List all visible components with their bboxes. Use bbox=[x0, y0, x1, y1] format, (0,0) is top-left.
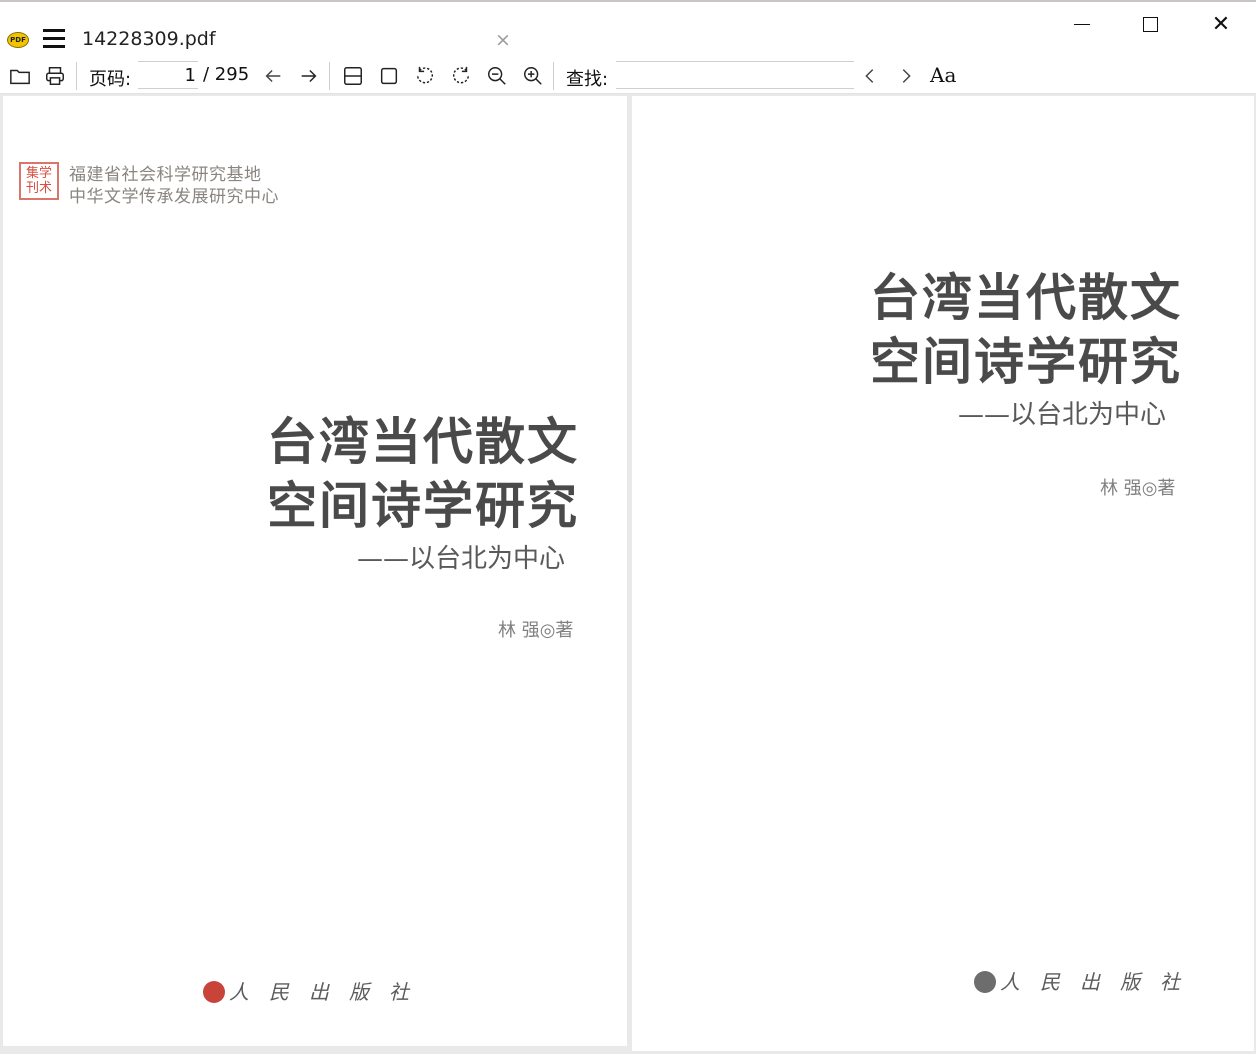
hamburger-menu-icon[interactable] bbox=[43, 29, 65, 49]
page-number-input[interactable] bbox=[138, 61, 198, 89]
publisher-logo-icon bbox=[203, 981, 225, 1003]
previous-page-arrow-icon[interactable] bbox=[260, 63, 286, 89]
book-subtitle: ——以台北为中心 bbox=[958, 400, 1167, 430]
zoom-out-icon[interactable] bbox=[484, 63, 510, 89]
find-label: 查找: bbox=[566, 69, 609, 90]
document-viewer[interactable]: 集学刊术 福建省社会科学研究基地 中华文学传承发展研究中心 台湾当代散文 空间诗… bbox=[0, 94, 1256, 1054]
rotate-right-icon[interactable] bbox=[448, 63, 474, 89]
toolbar-separator bbox=[329, 62, 330, 90]
title-bar: PDF 14228309.pdf × ✕ bbox=[0, 2, 1256, 60]
page-total: / 295 bbox=[203, 64, 250, 85]
publisher-block: 人民出版社 bbox=[974, 966, 1200, 995]
print-icon[interactable] bbox=[42, 63, 68, 89]
book-title-line-1: 台湾当代散文 bbox=[870, 268, 1182, 327]
book-title-line-2: 空间诗学研究 bbox=[870, 332, 1182, 391]
book-title-line-1: 台湾当代散文 bbox=[267, 412, 579, 471]
toolbar-separator bbox=[76, 62, 77, 90]
open-folder-icon[interactable] bbox=[7, 63, 33, 89]
toolbar-separator bbox=[553, 62, 554, 90]
publisher-name: 人民出版社 bbox=[1000, 970, 1200, 994]
find-next-chevron-icon[interactable] bbox=[893, 63, 919, 89]
zoom-in-icon[interactable] bbox=[520, 63, 546, 89]
single-page-icon[interactable] bbox=[376, 63, 402, 89]
pdf-page-2: 台湾当代散文 空间诗学研究 ——以台北为中心 林 强◎著 人民出版社 bbox=[632, 96, 1254, 1051]
continuous-page-icon[interactable] bbox=[340, 63, 366, 89]
close-window-button[interactable]: ✕ bbox=[1206, 10, 1236, 40]
book-subtitle: ——以台北为中心 bbox=[357, 544, 566, 574]
series-seal-logo: 集学刊术 bbox=[19, 162, 59, 200]
rotate-left-icon[interactable] bbox=[412, 63, 438, 89]
tab-close-icon[interactable]: × bbox=[495, 29, 511, 51]
pdf-page-1: 集学刊术 福建省社会科学研究基地 中华文学传承发展研究中心 台湾当代散文 空间诗… bbox=[3, 96, 627, 1046]
find-previous-chevron-icon[interactable] bbox=[857, 63, 883, 89]
match-case-button[interactable]: Aa bbox=[930, 63, 956, 87]
publisher-name: 人民出版社 bbox=[229, 980, 429, 1004]
pdf-app-icon: PDF bbox=[7, 32, 29, 48]
book-author: 林 强◎著 bbox=[498, 620, 574, 641]
next-page-arrow-icon[interactable] bbox=[296, 63, 322, 89]
institution-line-2: 中华文学传承发展研究中心 bbox=[69, 187, 279, 207]
book-title-line-2: 空间诗学研究 bbox=[267, 476, 579, 535]
toolbar: 页码: / 295 查找: Aa bbox=[0, 60, 1256, 94]
publisher-logo-icon bbox=[974, 971, 996, 993]
find-input[interactable] bbox=[616, 61, 854, 89]
page-label: 页码: bbox=[89, 69, 132, 90]
document-tab-title[interactable]: 14228309.pdf bbox=[82, 28, 216, 50]
maximize-button[interactable] bbox=[1136, 10, 1166, 40]
publisher-block: 人民出版社 bbox=[203, 976, 429, 1005]
book-author: 林 强◎著 bbox=[1100, 478, 1176, 499]
minimize-button[interactable] bbox=[1067, 10, 1097, 40]
